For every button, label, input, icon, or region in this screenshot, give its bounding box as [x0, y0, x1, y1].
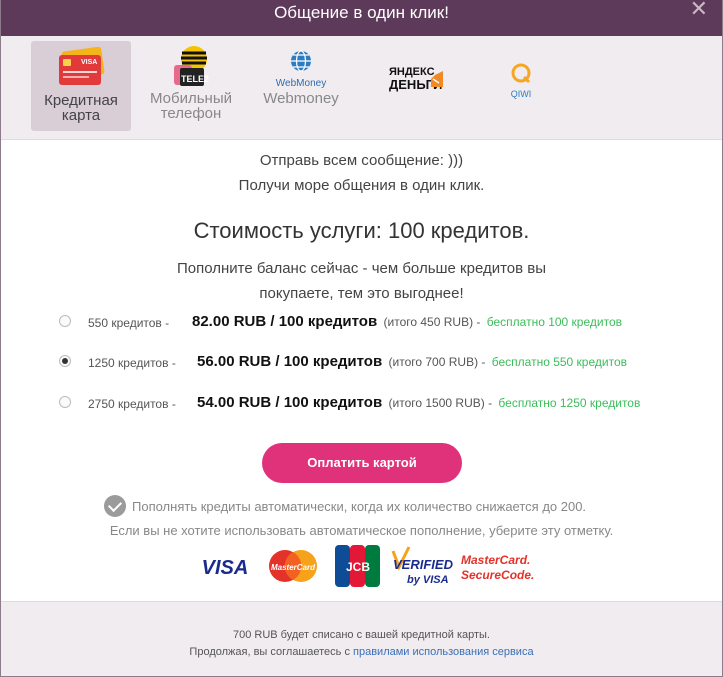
message-line-2: Получи море общения в один клик.: [238, 177, 485, 194]
mastercard-securecode-icon: MasterCard. SecureCode.: [461, 553, 534, 582]
option-credits: 550 кредитов -: [88, 316, 170, 330]
option-details: 54.00 RUB / 100 кредитов (итого 1500 RUB…: [187, 394, 640, 411]
pay-by-card-button[interactable]: Оплатить картой: [262, 443, 462, 483]
mastercard-logo-icon: MasterCard: [269, 550, 317, 582]
securecode-line-1: MasterCard.: [461, 553, 530, 567]
webmoney-icon: WebMoney: [276, 50, 326, 89]
verified-line-2: by VISA: [407, 574, 449, 586]
option-radio[interactable]: [59, 315, 71, 327]
visa-logo-icon: VISA: [202, 557, 249, 579]
tab-label-line1: Webmoney: [263, 90, 339, 107]
jcb-logo-icon: JCB: [335, 545, 380, 587]
qiwi-icon: QIWI: [511, 63, 532, 99]
close-icon[interactable]: ✕: [690, 0, 708, 20]
option-details: 82.00 RUB / 100 кредитов (итого 450 RUB)…: [182, 313, 622, 330]
yandex-money-icon: ЯНДЕКС ДЕНЬГИ: [389, 66, 443, 92]
dialog-title: Общение в один клик!: [274, 3, 449, 22]
footer-charge-note: 700 RUB будет списано с вашей кредитной …: [232, 629, 490, 641]
promo-line-1: Пополните баланс сейчас - чем больше кре…: [176, 260, 547, 277]
option-price: 56.00 RUB / 100 кредитов: [197, 353, 383, 370]
footer-terms-prefix: Продолжая, вы соглашаетесь с: [189, 646, 350, 658]
footer-terms-line: Продолжая, вы соглашаетесь с правилами и…: [1, 644, 722, 661]
tab-yandex-money[interactable]: ЯНДЕКС ДЕНЬГИ: [361, 41, 461, 131]
option-radio[interactable]: [59, 396, 71, 408]
option-total: (итого 450 RUB) -: [383, 315, 481, 329]
verified-line-1: VERIFIED: [393, 557, 454, 572]
price-title: Стоимость услуги: 100 кредитов.: [193, 218, 530, 243]
tab-webmoney[interactable]: WebMoney Webmoney: [251, 41, 351, 131]
jcb-logo-text: JCB: [346, 560, 370, 574]
option-bonus: бесплатно 550 кредитов: [491, 355, 628, 369]
option-details: 56.00 RUB / 100 кредитов (итого 700 RUB)…: [187, 353, 627, 370]
tele2-logo-text: TELE2: [181, 74, 209, 84]
tab-label-line2: телефон: [160, 105, 222, 122]
card-logo-text: VISA: [81, 59, 97, 66]
option-price: 82.00 RUB / 100 кредитов: [192, 313, 378, 330]
tab-credit-card[interactable]: VISA Кредитная карта: [31, 41, 131, 131]
promo-line-2: покупаете, тем это выгоднее!: [259, 285, 464, 302]
credit-card-icon: VISA: [59, 47, 105, 85]
tab-label-line1: Кредитная: [44, 92, 118, 109]
footer: 700 RUB будет списано с вашей кредитной …: [1, 601, 722, 676]
promo-text: Пополните баланс сейчас - чем больше кре…: [1, 256, 722, 306]
tab-label-line2: карта: [61, 107, 101, 124]
tab-mobile-phone[interactable]: TELE2 Мобильный телефон: [141, 41, 241, 131]
auto-refill-note: Если вы не хотите использовать автоматич…: [109, 523, 614, 538]
tele2-icon: TELE2: [174, 46, 209, 86]
visa-logo-text: VISA: [202, 557, 249, 579]
option-price: 54.00 RUB / 100 кредитов: [197, 394, 383, 411]
option-credits: 1250 кредитов -: [88, 356, 176, 370]
option-total: (итого 700 RUB) -: [388, 355, 486, 369]
card-logos: VISA MasterCard JCB VERIFIED by VISA Mas…: [1, 545, 722, 587]
option-bonus: бесплатно 100 кредитов: [486, 315, 623, 329]
qiwi-logo-text: QIWI: [511, 89, 532, 99]
auto-refill-checkbox[interactable]: [104, 495, 126, 517]
option-bonus: бесплатно 1250 кредитов: [498, 396, 641, 410]
tab-label-line1: Мобильный: [150, 90, 232, 107]
option-credits: 2750 кредитов -: [88, 397, 176, 411]
terms-link[interactable]: правилами использования сервиса: [353, 646, 534, 658]
verified-by-visa-icon: VERIFIED by VISA: [391, 546, 454, 586]
option-radio[interactable]: [59, 355, 71, 367]
securecode-line-2: SecureCode.: [461, 568, 534, 582]
tab-qiwi[interactable]: QIWI: [471, 41, 571, 131]
payment-dialog: Общение в один клик! ✕ VISA Кредитная ка…: [0, 0, 723, 677]
auto-refill-label: Пополнять кредиты автоматически, когда и…: [132, 499, 587, 514]
dialog-title-bar: Общение в один клик! ✕: [1, 0, 722, 36]
payment-method-tabs: VISA Кредитная карта TELE2 Мобильный тел…: [1, 36, 722, 140]
message-line-1: Отправь всем сообщение: ))): [259, 152, 464, 169]
mastercard-logo-text: MasterCard: [271, 563, 316, 572]
webmoney-logo-text: WebMoney: [276, 78, 326, 89]
option-total: (итого 1500 RUB) -: [388, 396, 493, 410]
